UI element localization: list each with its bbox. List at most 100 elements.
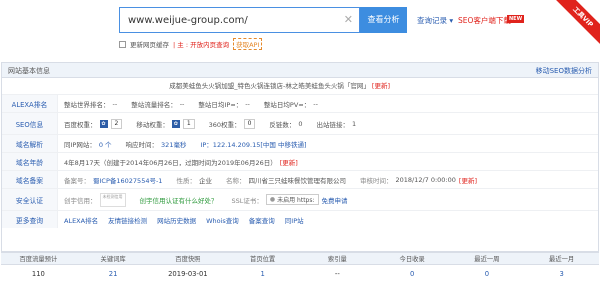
close-icon[interactable]: ✕ — [344, 13, 353, 26]
icp-name-label: 名称： — [225, 176, 246, 185]
search-box[interactable]: ✕ — [119, 7, 360, 33]
alexa-traffic-label: 整站流量排名： — [131, 100, 177, 109]
paw-icon: ✿ — [171, 119, 180, 128]
stats-value-cell: 2019-03-01 — [168, 270, 208, 278]
backlinks-label: 反链数： — [269, 120, 296, 129]
response-label: 响应时间： — [125, 140, 159, 149]
alexa-traffic-val: -- — [179, 99, 185, 108]
stats-header-cell: 百度快照 — [175, 256, 201, 263]
panel-title: 网站基本信息 — [8, 67, 50, 75]
more-link[interactable]: 友情链接检测 — [108, 215, 147, 225]
stats-value-cell[interactable]: 0 — [375, 265, 450, 283]
icp-no-value[interactable]: 蜀ICP备16027554号-1 — [93, 175, 162, 185]
mobile-weight-value[interactable]: 1 — [182, 118, 195, 129]
ssl-status-text: 未启用 https: — [277, 197, 315, 204]
age-update[interactable]: [更新] — [280, 157, 298, 167]
ssl-apply-link[interactable]: 免费申请 — [322, 195, 348, 205]
alexa-content: 整站世界排名： -- 整站流量排名： -- 整站日均IP≈： -- 整站日均PV≈： -… — [58, 99, 318, 109]
backlinks-value[interactable]: 0 — [298, 120, 302, 128]
baidu-weight-label: 百度权重： — [64, 120, 97, 129]
row-label[interactable]: 更多查询 — [2, 211, 58, 228]
stats-header-cell: 最近一月 — [549, 256, 575, 263]
more-link[interactable]: Whois查询 — [206, 215, 239, 225]
dns-content: 同IP网站： 0 个 响应时间： 321毫秒 IP：122.14.209.15[… — [58, 139, 307, 149]
outlinks-label: 出站链接： — [316, 120, 350, 129]
row-label[interactable]: 域名解析 — [2, 135, 58, 152]
more-link[interactable]: 备案查询 — [249, 215, 275, 225]
alexa-ip-val: -- — [245, 99, 250, 108]
row-icp: 域名备案 备案号： 蜀ICP备16027554号-1 性质： 企业 名称： 四川… — [2, 170, 598, 188]
row-label[interactable]: 安全认证 — [2, 189, 58, 210]
alexa-ip-label: 整站日均IP≈： — [198, 100, 243, 109]
options-row: 更新网页缓存 | 主 : 开放内页查询 获取API — [119, 38, 263, 50]
icp-date-label: 审核时间： — [359, 176, 393, 185]
more-link[interactable]: 网站历史数据 — [157, 215, 196, 225]
update-cache-label: 更新网页缓存 — [130, 41, 169, 49]
row-seo: SEO信息 百度权重： ✿ 2 移动权重： ✿ 1 360权重： 0 反链数： 0 … — [2, 112, 598, 134]
trust-seal-icon[interactable]: 未检测信用 — [99, 192, 126, 207]
row-label[interactable]: ALEXA排名 — [2, 95, 58, 112]
same-ip-label: 同IP网站： — [64, 140, 96, 149]
baidu-weight-value[interactable]: 2 — [110, 118, 123, 129]
search-button[interactable]: 查看分析 — [360, 7, 407, 33]
stats-value-cell: 110 — [31, 270, 45, 278]
stats-header-cell: 索引量 — [327, 256, 347, 263]
stats-value-cell[interactable]: 1 — [225, 265, 300, 283]
icp-nature-value: 企业 — [198, 176, 212, 185]
more-link[interactable]: ALEXA排名 — [64, 215, 98, 225]
seo-content: 百度权重： ✿ 2 移动权重： ✿ 1 360权重： 0 反链数： 0 出站链接： … — [58, 118, 356, 129]
row-label[interactable]: 域名备案 — [2, 171, 58, 188]
alexa-world-label: 整站世界排名： — [64, 100, 110, 109]
stats-table: 百度流量预计 关键词库 百度快照 首页位置 索引量 今日收录 最近一周 最近一月… — [1, 252, 599, 289]
age-content: 4年8月17天（创建于2014年06月26日，过期时间为2019年06月26日）… — [58, 157, 298, 167]
alexa-pv-val: -- — [313, 99, 318, 108]
row-label[interactable]: SEO信息 — [2, 113, 58, 134]
stats-header-cell: 百度流量预计 — [19, 256, 58, 263]
stats-table-row: 110 21 2019-03-01 1 -- 0 0 3 — [1, 265, 599, 283]
site-title-update[interactable]: [更新] — [372, 82, 390, 90]
stats-value-cell[interactable]: 21 — [76, 265, 151, 283]
seo-client-download-link[interactable]: SEO客户端下载 — [458, 15, 511, 26]
site-title-text: 成都美蛙鱼头火锅加盟_特色火锅连锁店-林之皓美蛙鱼头火锅「官网」 — [169, 82, 370, 90]
stats-value-cell[interactable]: 0 — [450, 265, 525, 283]
subpage-query-tip[interactable]: | 主 : 开放内页查询 — [173, 39, 229, 49]
update-cache-checkbox[interactable] — [119, 40, 126, 48]
age-text: 4年8月17天（创建于2014年06月26日，过期时间为2019年06月26日） — [64, 158, 277, 167]
alexa-world-val: -- — [112, 99, 118, 108]
stats-value-cell[interactable]: 3 — [524, 265, 599, 283]
response-value: 321毫秒 — [161, 140, 187, 149]
mobile-weight-label: 移动权重： — [136, 120, 169, 129]
same-ip-value[interactable]: 0 个 — [99, 139, 112, 149]
panel-header: 网站基本信息 移动SEO数据分析 — [2, 63, 598, 78]
site-info-panel: 网站基本信息 移动SEO数据分析 成都美蛙鱼头火锅加盟_特色火锅连锁店-林之皓美… — [1, 62, 599, 252]
mobile-seo-link[interactable]: 移动SEO数据分析 — [536, 66, 592, 76]
more-link[interactable]: 同IP站 — [285, 215, 304, 225]
ip-value[interactable]: IP：122.14.209.15[中国 中移铁通] — [200, 139, 306, 149]
site-title: 成都美蛙鱼头火锅加盟_特色火锅连锁店-林之皓美蛙鱼头火锅「官网」 [更新] — [2, 78, 598, 94]
trust-benefit-link[interactable]: 创宇信用认证有什么好处？ — [140, 195, 218, 205]
stats-header-cell: 今日收录 — [399, 256, 425, 263]
ssl-status-dot-icon: ● — [269, 196, 276, 203]
outlinks-value[interactable]: 1 — [352, 120, 356, 128]
top-bar: ✕ 查看分析 查询记录 ▾ SEO客户端下载 NEW 工具VIP 更新网页缓存 … — [0, 0, 600, 60]
get-api-button[interactable]: 获取API — [233, 38, 263, 50]
stats-table-header: 百度流量预计 关键词库 百度快照 首页位置 索引量 今日收录 最近一周 最近一月 — [1, 252, 599, 265]
icp-date-value: 2018/12/7 0:00:00 — [395, 175, 456, 184]
query-log-link[interactable]: 查询记录 ▾ — [417, 15, 453, 26]
s360-weight-value[interactable]: 0 — [243, 118, 256, 129]
new-badge: NEW — [507, 15, 525, 23]
s360-weight-label: 360权重： — [208, 120, 241, 129]
search-input[interactable] — [120, 8, 340, 32]
icp-content: 备案号： 蜀ICP备16027554号-1 性质： 企业 名称： 四川省三只蛙味… — [58, 175, 477, 185]
ssl-status: ● 未启用 https: — [265, 194, 319, 205]
row-alexa: ALEXA排名 整站世界排名： -- 整站流量排名： -- 整站日均IP≈： -- 整… — [2, 94, 598, 112]
stats-header-cell: 关键词库 — [100, 256, 126, 263]
stats-value-cell: -- — [334, 270, 340, 278]
trust-create-label: 创宇信用： — [64, 196, 97, 205]
icp-update[interactable]: [更新] — [459, 175, 477, 185]
vip-ribbon[interactable]: 工具VIP — [553, 0, 600, 47]
icp-nature-label: 性质： — [176, 176, 196, 185]
icp-name-value: 四川省三只蛙味餐饮管理有限公司 — [248, 176, 346, 185]
row-more: 更多查询 ALEXA排名 友情链接检测 网站历史数据 Whois查询 备案查询 … — [2, 210, 598, 228]
row-label[interactable]: 域名年龄 — [2, 153, 58, 170]
